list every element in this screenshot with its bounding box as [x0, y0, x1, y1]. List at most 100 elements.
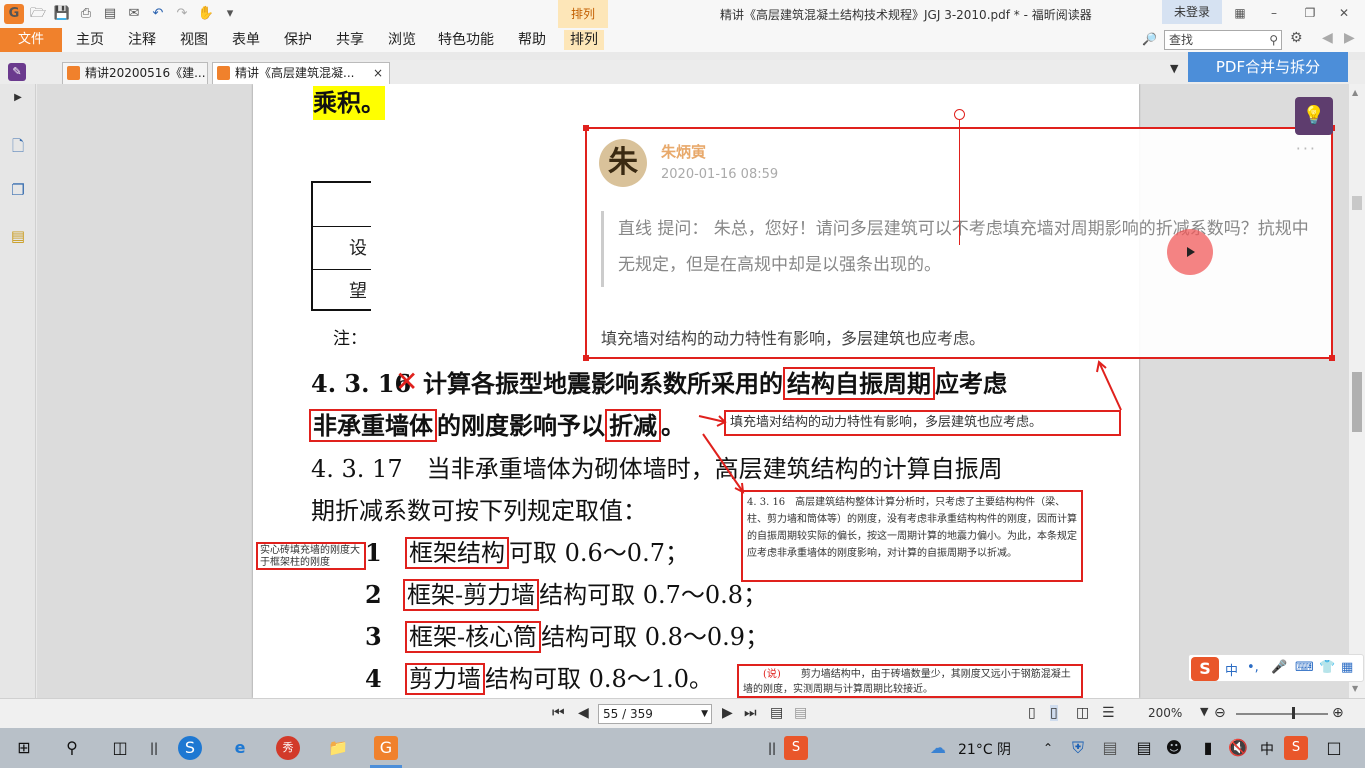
tab-list-dropdown-icon[interactable]: ▼	[1170, 62, 1178, 75]
microphone-icon[interactable]: 🎤	[1271, 660, 1287, 675]
undo-icon[interactable]: ↶	[148, 4, 168, 24]
ime-punct[interactable]: •,	[1247, 660, 1259, 675]
ie-browser-icon[interactable]: e	[228, 736, 252, 760]
redo-icon[interactable]: ↷	[172, 4, 192, 24]
usb-icon[interactable]: ▤	[1098, 736, 1122, 760]
file-explorer-icon[interactable]: 📁	[326, 736, 350, 760]
lightbulb-icon[interactable]: 💡	[1295, 97, 1333, 135]
continuous-facing-icon[interactable]: ☰	[1102, 705, 1115, 721]
more-options-icon[interactable]: ···	[1296, 139, 1317, 158]
show-hidden-icons[interactable]: ⌃	[1036, 736, 1060, 760]
menu-special-features[interactable]: 特色功能	[438, 30, 494, 50]
email-icon[interactable]: ✉	[124, 4, 144, 24]
sogou-tray-icon[interactable]: S	[784, 736, 808, 760]
search-icon[interactable]: ⚲	[1269, 31, 1278, 49]
windows-start-icon[interactable]: ⊞	[12, 736, 36, 760]
rotate-handle[interactable]	[954, 109, 965, 120]
restore-icon[interactable]: ❐	[1296, 2, 1324, 24]
sogou-ime-tray-icon[interactable]: S	[1284, 736, 1308, 760]
last-page-icon[interactable]: ⏭	[744, 705, 757, 721]
print-icon[interactable]: ⎙	[76, 4, 96, 24]
menu-arrange[interactable]: 排列	[564, 30, 604, 50]
resize-handle[interactable]	[583, 125, 589, 131]
foxit-taskbar-icon[interactable]: G	[374, 736, 398, 760]
scroll-up-icon[interactable]: ▲	[1352, 88, 1358, 97]
comments-panel-icon[interactable]: ▤	[8, 226, 28, 246]
login-button[interactable]: 未登录	[1162, 0, 1222, 24]
comment-popup[interactable]: 朱 朱炳寅 2020-01-16 08:59 ··· 直线 提问： 朱总，您好！…	[583, 109, 1335, 361]
menu-comment[interactable]: 注释	[128, 30, 156, 50]
security-shield-icon[interactable]: ⛨	[1066, 736, 1090, 760]
network-icon[interactable]: ▤	[1132, 736, 1156, 760]
facing-page-icon[interactable]: ◫	[1076, 705, 1089, 721]
zoom-dropdown-icon[interactable]: ▼	[1200, 705, 1208, 718]
ribbon-layout-icon[interactable]: ▦	[1226, 2, 1254, 24]
save-icon[interactable]: 💾	[52, 4, 72, 24]
tab-document-1[interactable]: 精讲20200516《建...	[62, 62, 208, 84]
gear-icon[interactable]: ⚙	[1290, 30, 1303, 46]
weather-text[interactable]: 21°C 阴	[958, 739, 1011, 759]
open-folder-icon[interactable]: 🗁	[28, 4, 48, 24]
continuous-page-icon[interactable]: ▯	[1050, 705, 1058, 721]
xiu-app-icon[interactable]: 秀	[276, 736, 300, 760]
single-page-icon[interactable]: ▯	[1028, 705, 1036, 721]
close-tab-icon[interactable]: ×	[373, 63, 383, 83]
close-window-icon[interactable]: ✕	[1330, 2, 1358, 24]
menu-share[interactable]: 共享	[336, 30, 364, 50]
menu-view[interactable]: 视图	[180, 30, 208, 50]
minimize-icon[interactable]: –	[1260, 2, 1288, 24]
taskbar-search-icon[interactable]: ⚲	[60, 736, 84, 760]
sogou-logo-icon[interactable]: S	[1191, 657, 1219, 681]
scan-icon[interactable]: ▤	[100, 4, 120, 24]
scroll-thumb[interactable]	[1352, 196, 1362, 210]
side-note-textbox[interactable]: 实心砖填充墙的刚度大于框架柱的刚度	[256, 542, 366, 570]
pdf-merge-split-button[interactable]: PDF合并与拆分	[1188, 52, 1348, 82]
resize-handle[interactable]	[1329, 355, 1335, 361]
zoom-slider-track[interactable]	[1236, 713, 1328, 715]
keyboard-icon[interactable]: ⌨	[1295, 660, 1314, 675]
zoom-in-icon[interactable]: ⊕	[1332, 705, 1344, 721]
first-page-icon[interactable]: ⏮	[552, 705, 565, 721]
toolbox-icon[interactable]: ▦	[1341, 660, 1353, 675]
customize-dropdown-icon[interactable]: ▾	[220, 4, 240, 24]
input-language[interactable]: 中	[1260, 739, 1274, 759]
menu-protect[interactable]: 保护	[284, 30, 312, 50]
page-dropdown-icon[interactable]: ▼	[701, 705, 708, 723]
scroll-thumb-secondary[interactable]	[1352, 372, 1362, 432]
next-view-icon[interactable]: ▤	[794, 705, 807, 721]
vertical-scrollbar[interactable]: ▲ ▼	[1349, 84, 1365, 698]
context-tab-arrange[interactable]: 排列	[558, 0, 608, 28]
zoom-slider-thumb[interactable]	[1292, 707, 1295, 719]
previous-view-icon[interactable]: ▤	[770, 705, 783, 721]
prev-page-icon[interactable]: ◀	[578, 705, 589, 721]
expand-sidebar-icon[interactable]: ▶	[8, 88, 28, 108]
app-logo-icon[interactable]: G	[4, 4, 24, 24]
weather-icon[interactable]: ☁	[926, 736, 950, 760]
volume-icon[interactable]: 🔇	[1226, 736, 1250, 760]
document-view[interactable]: 乘积。 设 望 注： 4. 3. 16 ✕ 计算各振型地震影响系数所采用的 结构自…	[37, 84, 1349, 698]
ime-lang[interactable]: 中	[1225, 660, 1238, 679]
task-view-icon[interactable]: ◫	[108, 736, 132, 760]
find-folder-icon[interactable]: 🔎	[1142, 32, 1158, 48]
menu-home[interactable]: 主页	[76, 30, 104, 50]
hand-tool-icon[interactable]: ✋	[196, 4, 216, 24]
back-icon[interactable]: ◀	[1322, 30, 1333, 46]
menu-help[interactable]: 帮助	[518, 30, 546, 50]
scroll-down-icon[interactable]: ▼	[1352, 684, 1358, 693]
tab-document-2[interactable]: 精讲《高层建筑混凝... ×	[212, 62, 390, 84]
search-input[interactable]: 查找 ⚲	[1164, 30, 1282, 50]
zoom-level[interactable]: 200%	[1148, 706, 1182, 720]
forward-icon[interactable]: ▶	[1344, 30, 1355, 46]
page-number-input[interactable]: 55 / 359 ▼	[598, 704, 712, 724]
menu-browse[interactable]: 浏览	[388, 30, 416, 50]
browser-360-icon[interactable]: S	[178, 736, 202, 760]
pages-panel-icon[interactable]: ❐	[8, 180, 28, 200]
menu-form[interactable]: 表单	[232, 30, 260, 50]
edit-mode-icon[interactable]: ✎	[8, 63, 26, 81]
file-menu-button[interactable]: 文件	[0, 28, 62, 52]
notification-center-icon[interactable]: □	[1322, 736, 1346, 760]
bookmark-panel-icon[interactable]: 🗋	[8, 136, 28, 156]
ime-toolbar[interactable]: S 中 •, 🎤 ⌨ 👕 ▦	[1188, 654, 1364, 682]
battery-icon[interactable]: ▮	[1196, 736, 1220, 760]
qq-icon[interactable]: ☻	[1162, 736, 1186, 760]
